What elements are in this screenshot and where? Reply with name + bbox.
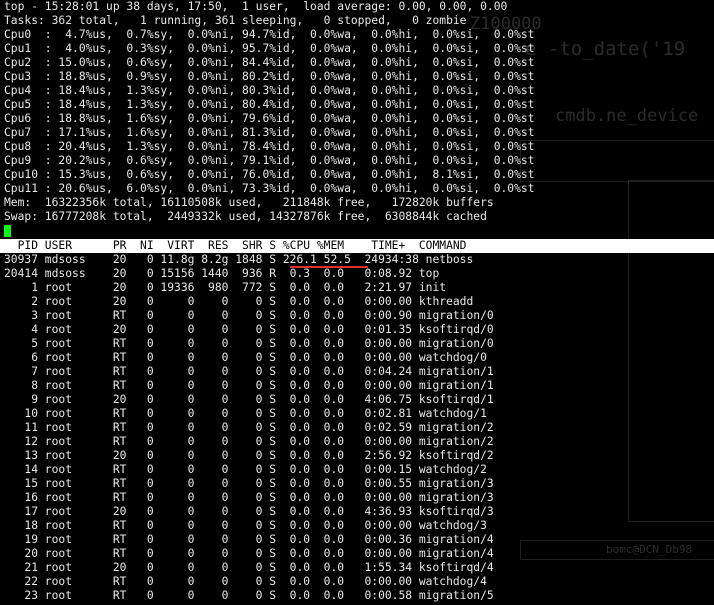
- top-summary: top - 15:28:01 up 38 days, 17:50, 1 user…: [4, 0, 714, 238]
- table-row: 7 root RT 0 0 0 0 S 0.0 0.0 0:04.24 migr…: [4, 365, 494, 378]
- cpu-line: Cpu4 : 18.4%us, 1.3%sy, 0.0%ni, 80.3%id,…: [4, 84, 535, 97]
- table-row: 12 root RT 0 0 0 0 S 0.0 0.0 0:00.00 mig…: [4, 435, 494, 448]
- column-header: PID USER PR NI VIRT RES SHR S %CPU %MEM …: [4, 239, 467, 252]
- table-row: 3 root RT 0 0 0 0 S 0.0 0.0 0:00.90 migr…: [4, 309, 494, 322]
- table-row: 23 root RT 0 0 0 0 S 0.0 0.0 0:00.58 mig…: [4, 589, 494, 602]
- terminal-cursor[interactable]: [4, 225, 11, 237]
- table-row: 20 root RT 0 0 0 0 S 0.0 0.0 0:00.00 mig…: [4, 547, 494, 560]
- table-row: 17 root 20 0 0 0 0 S 0.0 0.0 4:36.93 kso…: [4, 505, 494, 518]
- background-panel: [520, 540, 714, 560]
- prompt-line[interactable]: [4, 224, 714, 238]
- table-row: 5 root RT 0 0 0 0 S 0.0 0.0 0:00.00 migr…: [4, 337, 494, 350]
- table-row: 9 root 20 0 0 0 0 S 0.0 0.0 4:06.75 ksof…: [4, 393, 494, 406]
- cpu-line: Cpu9 : 20.2%us, 0.6%sy, 0.0%ni, 79.1%id,…: [4, 154, 535, 167]
- table-row: 4 root 20 0 0 0 0 S 0.0 0.0 0:01.35 ksof…: [4, 323, 494, 336]
- table-row: 14 root RT 0 0 0 0 S 0.0 0.0 0:00.15 wat…: [4, 463, 487, 476]
- swap-line: Swap: 16777208k total, 2449332k used, 14…: [4, 210, 487, 223]
- table-row: 10 root RT 0 0 0 0 S 0.0 0.0 0:02.81 wat…: [4, 407, 487, 420]
- table-row: 16 root RT 0 0 0 0 S 0.0 0.0 0:00.00 mig…: [4, 491, 494, 504]
- table-row: 2 root 20 0 0 0 0 S 0.0 0.0 0:00.00 kthr…: [4, 295, 474, 308]
- table-row: 1 root 20 0 19336 980 772 S 0.0 0.0 2:21…: [4, 281, 447, 294]
- table-row: 22 root RT 0 0 0 0 S 0.0 0.0 0:00.00 wat…: [4, 575, 487, 588]
- cpu-line: Cpu3 : 18.8%us, 0.9%sy, 0.0%ni, 80.2%id,…: [4, 70, 535, 83]
- table-row: 11 root RT 0 0 0 0 S 0.0 0.0 0:02.59 mig…: [4, 421, 494, 434]
- cpu-line: Cpu7 : 17.1%us, 1.6%sy, 0.0%ni, 81.3%id,…: [4, 126, 535, 139]
- table-row: 18 root RT 0 0 0 0 S 0.0 0.0 0:00.00 wat…: [4, 519, 487, 532]
- process-table: 30937 mdsoss 20 0 11.8g 8.2g 1848 S 226.…: [4, 253, 494, 603]
- table-row: 8 root RT 0 0 0 0 S 0.0 0.0 0:00.00 migr…: [4, 379, 494, 392]
- cpu-line: Cpu1 : 4.0%us, 0.3%sy, 0.0%ni, 95.7%id, …: [4, 42, 535, 55]
- cpu-line: Cpu2 : 15.0%us, 0.6%sy, 0.0%ni, 84.4%id,…: [4, 56, 535, 69]
- table-row: 13 root 20 0 0 0 0 S 0.0 0.0 2:56.92 kso…: [4, 449, 494, 462]
- table-row: 6 root RT 0 0 0 0 S 0.0 0.0 0:00.00 watc…: [4, 351, 487, 364]
- cpu-mem-highlight-underline: [290, 266, 368, 268]
- cpu-line: Cpu5 : 18.4%us, 1.3%sy, 0.0%ni, 80.4%id,…: [4, 98, 535, 111]
- table-row: 19 root RT 0 0 0 0 S 0.0 0.0 0:00.36 mig…: [4, 533, 494, 546]
- table-row: 15 root RT 0 0 0 0 S 0.0 0.0 0:00.55 mig…: [4, 477, 494, 490]
- mem-line: Mem: 16322356k total, 16110508k used, 21…: [4, 196, 494, 209]
- cpu-line: Cpu8 : 20.4%us, 1.3%sy, 0.0%ni, 78.4%id,…: [4, 140, 535, 153]
- cpu-line: Cpu10 : 15.3%us, 0.6%sy, 0.0%ni, 76.0%id…: [4, 168, 535, 181]
- cpu-line: Cpu0 : 4.7%us, 0.7%sy, 0.0%ni, 94.7%id, …: [4, 28, 535, 41]
- table-row: 30937 mdsoss 20 0 11.8g 8.2g 1848 S 226.…: [4, 253, 474, 266]
- cpu-line: Cpu6 : 18.8%us, 1.6%sy, 0.0%ni, 79.6%id,…: [4, 112, 535, 125]
- cpu-line: Cpu11 : 20.6%us, 6.0%sy, 0.0%ni, 73.3%id…: [4, 182, 535, 195]
- tasks-line: Tasks: 362 total, 1 running, 361 sleepin…: [4, 14, 467, 27]
- table-row: 20414 mdsoss 20 0 15156 1440 936 R 0.3 0…: [4, 267, 440, 280]
- uptime-line: top - 15:28:01 up 38 days, 17:50, 1 user…: [4, 0, 508, 13]
- table-row: 21 root 20 0 0 0 0 S 0.0 0.0 1:55.34 kso…: [4, 561, 494, 574]
